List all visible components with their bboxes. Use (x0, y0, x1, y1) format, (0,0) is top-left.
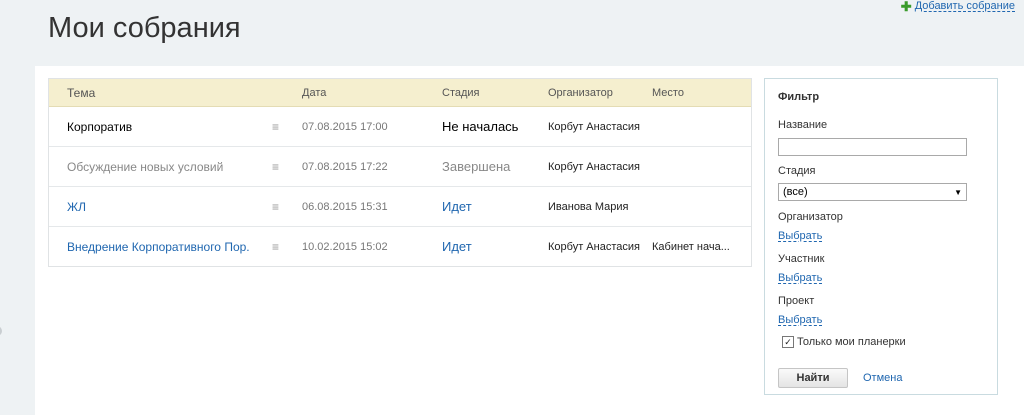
meeting-topic[interactable]: Корпоратив (67, 120, 132, 134)
meetings-grid: Тема Дата Стадия Организатор Место Корпо… (48, 78, 752, 267)
cancel-link[interactable]: Отмена (863, 372, 902, 384)
grid-header: Тема Дата Стадия Организатор Место (49, 79, 751, 107)
side-handle[interactable] (0, 326, 2, 336)
table-row: Корпоратив ≡ 07.08.2015 17:00 Не началас… (49, 107, 751, 147)
participant-select-link[interactable]: Выбрать (778, 272, 822, 284)
find-button[interactable]: Найти (778, 368, 848, 388)
participant-label: Участник (778, 253, 825, 265)
project-select-link[interactable]: Выбрать (778, 314, 822, 326)
meeting-date: 10.02.2015 15:02 (302, 240, 388, 253)
meeting-date: 07.08.2015 17:00 (302, 120, 388, 133)
column-stage[interactable]: Стадия (442, 87, 548, 99)
filter-title: Фильтр (778, 91, 820, 103)
filter-panel: Фильтр Название Стадия (все) ▼ Организат… (764, 78, 998, 395)
meeting-stage: Идет (442, 239, 472, 254)
meeting-date: 06.08.2015 15:31 (302, 200, 388, 213)
meeting-stage: Идет (442, 199, 472, 214)
meeting-organizer: Корбут Анастасия (548, 160, 640, 173)
chevron-down-icon: ▼ (954, 187, 962, 197)
meeting-organizer: Корбут Анастасия (548, 240, 640, 253)
menu-icon[interactable]: ≡ (249, 120, 302, 134)
name-input[interactable] (778, 138, 967, 156)
only-mine-checkbox-row[interactable]: ✓ Только мои планерки (782, 336, 906, 348)
column-topic[interactable]: Тема (49, 86, 249, 100)
table-row: Обсуждение новых условий ≡ 07.08.2015 17… (49, 147, 751, 187)
meeting-stage: Завершена (442, 159, 511, 174)
meeting-organizer: Корбут Анастасия (548, 120, 640, 133)
project-label: Проект (778, 295, 815, 307)
only-mine-label: Только мои планерки (797, 336, 906, 348)
menu-icon[interactable]: ≡ (249, 240, 302, 254)
content-area: Тема Дата Стадия Организатор Место Корпо… (35, 66, 1024, 415)
menu-icon[interactable]: ≡ (249, 200, 302, 214)
menu-icon[interactable]: ≡ (249, 160, 302, 174)
column-place[interactable]: Место (652, 87, 750, 99)
meeting-organizer: Иванова Мария (548, 200, 629, 213)
meeting-place: Кабинет нача... (652, 240, 730, 253)
stage-select-value: (все) (783, 186, 808, 198)
page-title: Мои собрания (48, 12, 241, 44)
meeting-stage: Не началась (442, 119, 519, 134)
column-date[interactable]: Дата (302, 87, 442, 99)
name-label: Название (778, 119, 828, 131)
stage-select[interactable]: (все) ▼ (778, 183, 967, 201)
add-meeting-link[interactable]: ✚ Добавить собрание (900, 0, 1015, 14)
meeting-topic[interactable]: Обсуждение новых условий (67, 160, 223, 174)
organizer-label: Организатор (778, 211, 843, 223)
meeting-date: 07.08.2015 17:22 (302, 160, 388, 173)
meeting-topic[interactable]: ЖЛ (67, 200, 86, 214)
table-row: ЖЛ ≡ 06.08.2015 15:31 Идет Иванова Мария (49, 187, 751, 227)
table-row: Внедрение Корпоративного Пор... ≡ 10.02.… (49, 227, 751, 266)
meeting-topic[interactable]: Внедрение Корпоративного Пор... (67, 240, 249, 254)
plus-icon: ✚ (900, 0, 912, 14)
add-meeting-label: Добавить собрание (914, 0, 1015, 12)
stage-label: Стадия (778, 165, 816, 177)
only-mine-checkbox[interactable]: ✓ (782, 336, 794, 348)
organizer-select-link[interactable]: Выбрать (778, 230, 822, 242)
column-organizer[interactable]: Организатор (548, 87, 652, 99)
